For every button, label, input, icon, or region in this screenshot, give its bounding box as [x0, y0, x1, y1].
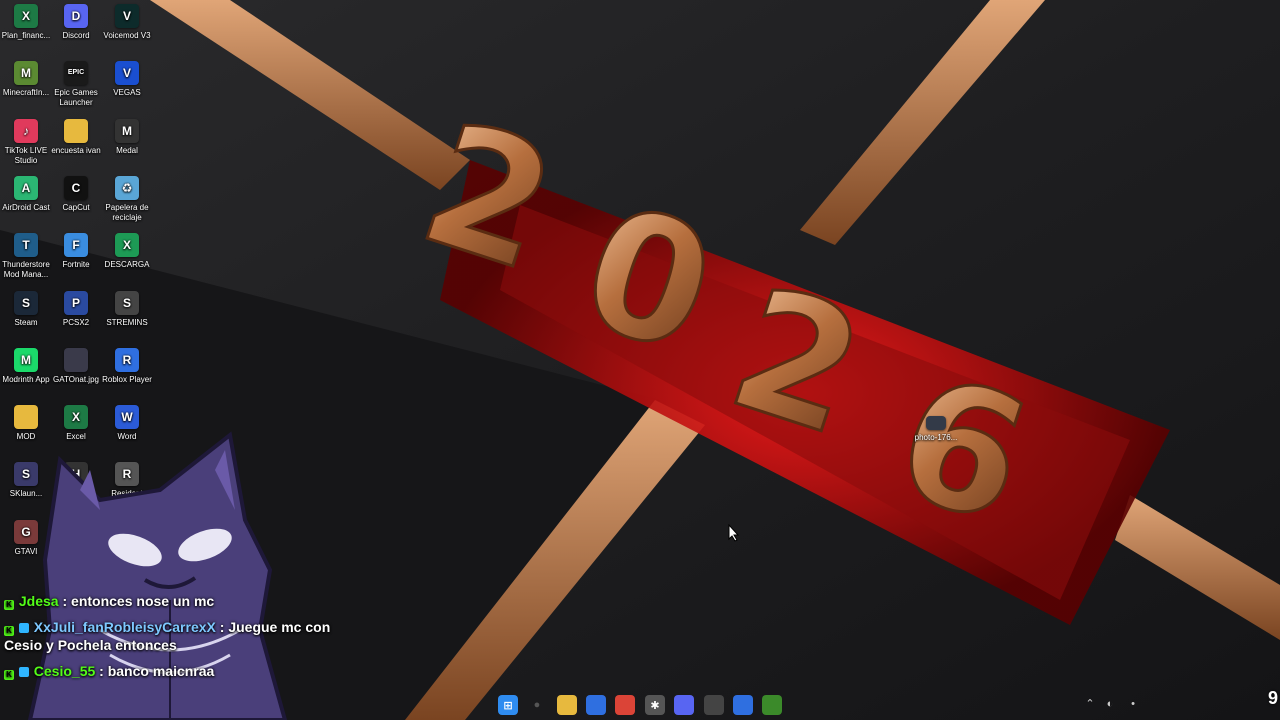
desktop-icon-label: MinecraftIn...: [2, 88, 50, 97]
desktop-icon[interactable]: ♻ Papelera de reciclaje: [101, 172, 153, 223]
file-explorer-icon[interactable]: [557, 695, 577, 715]
airdroid-icon: A: [14, 176, 38, 200]
roblox-icon[interactable]: [733, 695, 753, 715]
desktop-icon-label: Epic Games Launcher: [54, 88, 98, 107]
desktop-icon[interactable]: S Steam: [0, 287, 52, 328]
stremins-icon: S: [115, 291, 139, 315]
discord-icon[interactable]: [674, 695, 694, 715]
desktop-icon[interactable]: ♪ TikTok LIVE Studio: [0, 115, 52, 166]
fortnite-icon: F: [64, 233, 88, 257]
desktop-icon-label: Modrinth App: [2, 375, 50, 384]
folder-icon: [64, 119, 88, 143]
network-icon[interactable]: ◐: [1103, 697, 1117, 711]
excel-icon: X: [115, 233, 139, 257]
desktop-icon[interactable]: M Medal: [101, 115, 153, 156]
obs-icon[interactable]: [704, 695, 724, 715]
chat-message: K Cesio_55 : banco maicnraa: [4, 662, 364, 680]
desktop-icon-label: STREMINS: [106, 318, 148, 327]
desktop-icon[interactable]: A AirDroid Cast: [0, 172, 52, 213]
desktop-icon-label: Thunderstore Mod Mana...: [2, 260, 50, 279]
hidden-icons-chevron-icon[interactable]: ⌃: [1083, 697, 1097, 711]
desktop-icon[interactable]: M Modrinth App: [0, 344, 52, 385]
desktop-icon-label: photo-176...: [914, 433, 958, 442]
discord-icon: D: [64, 4, 88, 28]
desktop-icon-label: Discord: [62, 31, 90, 40]
roblox-icon: R: [115, 348, 139, 372]
desktop-icon-label: VEGAS: [113, 88, 141, 97]
subscriber-badge-icon: [18, 623, 29, 633]
desktop-icon-label: AirDroid Cast: [2, 203, 50, 212]
desktop-icon-label: PCSX2: [62, 318, 90, 327]
desktop-icon[interactable]: C CapCut: [50, 172, 102, 213]
minecraft-icon: M: [14, 61, 38, 85]
kick-badge-icon: K: [4, 626, 14, 636]
chat-text: entonces nose un mc: [71, 593, 215, 609]
pcsx2-icon: P: [64, 291, 88, 315]
corner-counter: 9: [1267, 688, 1278, 708]
desktop-icon-label: Papelera de reciclaje: [105, 203, 149, 222]
mouse-cursor-icon: [728, 524, 740, 542]
kick-badge-icon: K: [4, 670, 14, 680]
kick-badge-icon: K: [4, 600, 14, 610]
capcut-icon: C: [64, 176, 88, 200]
desktop-icon-label: Roblox Player: [102, 375, 152, 384]
word-icon: W: [115, 405, 139, 429]
subscriber-badge-icon: [18, 667, 29, 677]
desktop-icon[interactable]: X DESCARGA: [101, 229, 153, 270]
desktop-icon[interactable]: P PCSX2: [50, 287, 102, 328]
desktop-icon[interactable]: V VEGAS: [101, 57, 153, 98]
desktop-icon[interactable]: D Discord: [50, 0, 102, 41]
desktop-icon[interactable]: T Thunderstore Mod Mana...: [0, 229, 52, 280]
settings-icon[interactable]: ✱: [645, 695, 665, 715]
tiktok-icon: ♪: [14, 119, 38, 143]
desktop-icon[interactable]: GATOnat.jpg: [50, 344, 102, 385]
desktop-icon[interactable]: S STREMINS: [101, 287, 153, 328]
excel-icon: X: [64, 405, 88, 429]
chrome-icon[interactable]: [615, 695, 635, 715]
chat-username: XxJuli_fanRobleisyCarrexX: [33, 619, 216, 635]
modrinth-icon: M: [14, 348, 38, 372]
desktop-icon-label: DESCARGA: [104, 260, 150, 269]
voicemod-icon: V: [115, 4, 139, 28]
desktop-icon[interactable]: R Roblox Player: [101, 344, 153, 385]
epic-games-icon: EPIC: [64, 61, 88, 85]
desktop-icon[interactable]: M MinecraftIn...: [0, 57, 52, 98]
desktop-icon-label: TikTok LIVE Studio: [4, 146, 48, 165]
desktop-icon-label: encuesta ivan: [51, 146, 101, 155]
desktop-icon[interactable]: EPIC Epic Games Launcher: [50, 57, 102, 108]
start-button[interactable]: ⊞: [498, 695, 518, 715]
desktop-icon[interactable]: encuesta ivan: [50, 115, 102, 156]
search-button[interactable]: ●: [527, 695, 547, 715]
recycle-bin-icon: ♻: [115, 176, 139, 200]
thunderstore-icon: T: [14, 233, 38, 257]
microphone-icon[interactable]: •: [1126, 697, 1140, 711]
stream-chat-overlay: K Jdesa : entonces nose un mc K XxJuli_f…: [4, 592, 364, 688]
desktop-icon-label: CapCut: [62, 203, 90, 212]
desktop-icon-label: Steam: [14, 318, 38, 327]
chat-message: K Jdesa : entonces nose un mc: [4, 592, 364, 610]
desktop-icon-label: GATOnat.jpg: [53, 375, 99, 384]
image-file-icon[interactable]: photo-176...: [910, 412, 962, 443]
folder-icon: [14, 405, 38, 429]
vegas-icon: V: [115, 61, 139, 85]
chat-username: Cesio_55: [33, 663, 96, 679]
excel-icon: X: [14, 4, 38, 28]
steam-icon: S: [14, 291, 38, 315]
chat-message: K XxJuli_fanRobleisyCarrexX : Juegue mc …: [4, 619, 331, 653]
chat-username: Jdesa: [18, 593, 59, 609]
desktop-icon-label: Fortnite: [62, 260, 90, 269]
store-icon[interactable]: [586, 695, 606, 715]
desktop-icon-label: Medal: [116, 146, 138, 155]
desktop-icon[interactable]: V Voicemod V3: [101, 0, 153, 41]
chat-text: banco maicnraa: [107, 663, 215, 679]
medal-icon: M: [115, 119, 139, 143]
minecraft-icon[interactable]: [762, 695, 782, 715]
desktop-icon-label: Plan_financ...: [1, 31, 51, 40]
desktop-icon-label: Voicemod V3: [103, 31, 151, 40]
desktop-icon[interactable]: F Fortnite: [50, 229, 102, 270]
image-file-icon: [64, 348, 88, 372]
desktop-icon[interactable]: X Plan_financ...: [0, 0, 52, 41]
